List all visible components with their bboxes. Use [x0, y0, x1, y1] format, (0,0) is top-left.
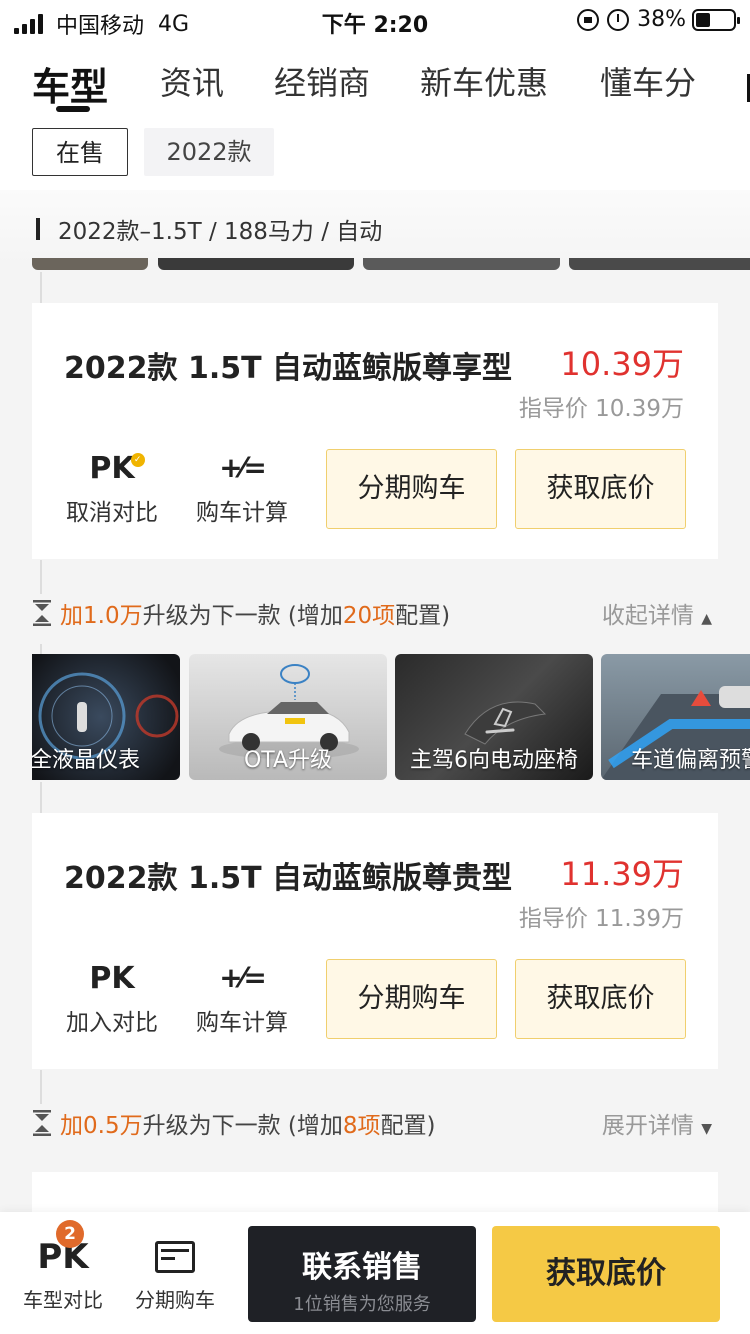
bottom-action-bar: PK 2 车型对比 分期购车 联系销售 1位销售为您服务 获取底价 [0, 1212, 750, 1334]
compare-label: 加入对比 [66, 1010, 158, 1036]
tab-new-car-deals[interactable]: 新车优惠 [420, 58, 548, 104]
upgrade-arrow-icon [33, 1110, 51, 1136]
calculator-label: 购车计算 [196, 1010, 288, 1036]
get-quote-button[interactable]: 获取底价 [515, 959, 686, 1039]
installment-button[interactable]: 分期购车 [326, 959, 497, 1039]
compare-toggle[interactable]: PK 加入对比 [64, 961, 160, 1037]
calculator-icon: +⁄= [219, 961, 267, 994]
check-icon: ✓ [130, 453, 145, 467]
battery-icon [692, 8, 740, 31]
feature-card[interactable]: 全液晶仪表 [32, 654, 180, 780]
compare-models-label: 车型对比 [23, 1288, 103, 1312]
installment-button[interactable]: 分期购车 [326, 449, 497, 529]
feature-carousel[interactable]: 全液晶仪表 OTA升级 主驾6向电动座椅 车道偏离预警 [32, 654, 750, 782]
alarm-icon [607, 8, 630, 31]
feature-label: 主驾6向电动座椅 [410, 748, 578, 773]
upgrade-text: 加0.5万升级为下一款 (增加8项配置) [60, 1113, 436, 1139]
trim-card[interactable]: 2022款 1.5T 自动蓝鲸版尊贵型 11.39万 指导价 11.39万 PK… [32, 813, 718, 1069]
feature-card[interactable]: 主驾6向电动座椅 [395, 654, 593, 780]
pk-icon: PK 2 [20, 1220, 106, 1280]
rotation-lock-icon [577, 8, 600, 31]
tab-models[interactable]: 车型 [32, 56, 108, 111]
contact-sales-subtitle: 1位销售为您服务 [293, 1294, 431, 1315]
contact-sales-title: 联系销售 [302, 1250, 422, 1285]
collapse-details-toggle[interactable]: 收起详情 ▲ [602, 596, 712, 630]
tab-dealers[interactable]: 经销商 [274, 58, 370, 104]
top-tab-bar: 车型 资讯 经销商 新车优惠 懂车分 [0, 40, 750, 120]
trim-name: 2022款 1.5T 自动蓝鲸版尊享型 [64, 351, 512, 386]
upgrade-hint: 加0.5万升级为下一款 (增加8项配置) 展开详情 ▼ [0, 1070, 750, 1166]
triangle-up-icon: ▲ [701, 611, 712, 627]
trim-price: 11.39万 [560, 855, 684, 893]
feature-card[interactable]: OTA升级 [189, 654, 387, 780]
installment-nav-button[interactable]: 分期购车 [132, 1234, 218, 1313]
calculator-label: 购车计算 [196, 500, 288, 526]
contact-sales-button[interactable]: 联系销售 1位销售为您服务 [248, 1226, 476, 1322]
get-lowest-price-button[interactable]: 获取底价 [492, 1226, 720, 1322]
upgrade-arrow-icon [33, 600, 51, 626]
feature-label: OTA升级 [243, 748, 333, 773]
guide-price: 指导价 10.39万 [518, 396, 684, 422]
triangle-down-icon: ▼ [701, 1121, 712, 1137]
expand-details-toggle[interactable]: 展开详情 ▼ [602, 1106, 712, 1140]
feature-card[interactable]: 车道偏离预警 [601, 654, 750, 780]
timeline-line [40, 782, 42, 814]
compare-models-button[interactable]: PK 2 车型对比 [20, 1220, 106, 1313]
loan-icon [155, 1241, 195, 1273]
guide-price: 指导价 11.39万 [518, 906, 684, 932]
upgrade-text: 加1.0万升级为下一款 (增加20项配置) [60, 603, 451, 629]
filter-chip-on-sale[interactable]: 在售 [32, 128, 128, 176]
compare-toggle[interactable]: PK ✓ 取消对比 [64, 451, 160, 527]
feature-label: 车道偏离预警 [631, 748, 750, 773]
upgrade-hint: 加1.0万升级为下一款 (增加20项配置) 收起详情 ▲ [0, 560, 750, 656]
purchase-calculator[interactable]: +⁄= 购车计算 [192, 961, 292, 1037]
compare-count-badge: 2 [56, 1220, 84, 1248]
status-bar: 中国移动 4G 下午 2:20 38% [0, 0, 750, 40]
engine-group-title: 2022款–1.5T / 188马力 / 自动 [58, 219, 383, 245]
get-quote-button[interactable]: 获取底价 [515, 449, 686, 529]
compare-label: 取消对比 [66, 500, 158, 526]
purchase-calculator[interactable]: +⁄= 购车计算 [192, 451, 292, 527]
timeline-line [40, 1070, 42, 1104]
trim-name: 2022款 1.5T 自动蓝鲸版尊贵型 [64, 861, 512, 896]
battery-percent: 38% [637, 7, 686, 32]
feature-strip-partial [32, 258, 750, 272]
calculator-icon: +⁄= [219, 451, 267, 484]
tab-news[interactable]: 资讯 [160, 58, 224, 104]
active-tab-indicator [56, 106, 90, 112]
trim-card[interactable]: 2022款 1.5T 自动蓝鲸版尊享型 10.39万 指导价 10.39万 PK… [32, 303, 718, 559]
filter-bar: 在售 2022款 [0, 120, 750, 190]
pk-icon: PK [89, 961, 135, 996]
pk-icon: PK ✓ [89, 451, 145, 489]
timeline-line [40, 560, 42, 594]
engine-group-header: 2022款–1.5T / 188马力 / 自动 [0, 190, 750, 266]
timeline-line [40, 272, 42, 304]
installment-label: 分期购车 [135, 1288, 215, 1312]
tab-dcd-score[interactable]: 懂车分 [600, 58, 696, 104]
section-marker [36, 218, 40, 240]
trim-price: 10.39万 [560, 345, 684, 383]
loan-icon-wrap [132, 1234, 218, 1280]
filter-chip-2022[interactable]: 2022款 [144, 128, 274, 176]
feature-label: 全液晶仪表 [32, 748, 140, 773]
